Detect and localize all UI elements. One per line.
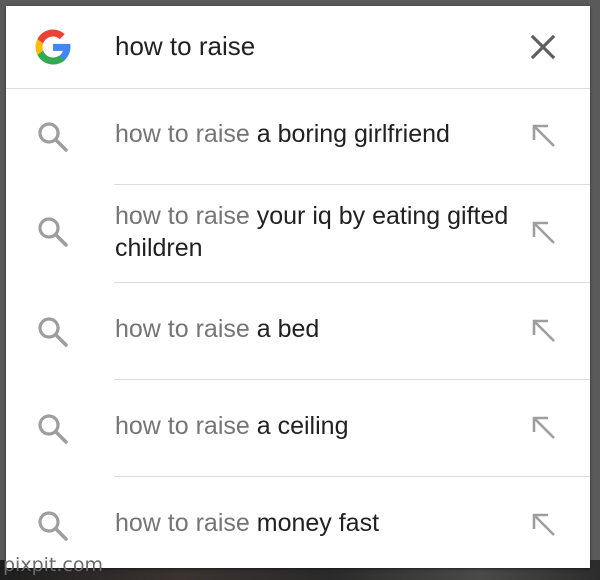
suggestion-completion: money fast (249, 509, 380, 537)
search-icon (38, 122, 68, 152)
search-suggestions-card: how to raise how to raise a boring girlf… (6, 6, 590, 568)
suggestion-text: how to raise money fast (115, 507, 510, 539)
search-icon (38, 511, 68, 541)
arrow-up-left-icon[interactable] (528, 217, 558, 247)
google-logo-icon (35, 29, 71, 65)
search-icon (38, 217, 68, 247)
suggestion-prefix: how to raise (115, 315, 250, 343)
suggestion-completion: a bed (249, 315, 320, 343)
suggestion-text: how to raise a ceiling (115, 410, 510, 442)
arrow-up-left-icon[interactable] (528, 412, 558, 442)
suggestion-text: how to raise a bed (115, 313, 510, 345)
search-input[interactable]: how to raise (115, 28, 255, 64)
arrow-up-left-icon[interactable] (528, 509, 558, 539)
suggestion-prefix: how to raise (115, 509, 250, 537)
suggestion-prefix: how to raise (115, 120, 250, 148)
search-icon (38, 317, 68, 347)
suggestion-item[interactable]: how to raise a bed (6, 283, 590, 380)
close-icon[interactable] (526, 30, 560, 64)
arrow-up-left-icon[interactable] (528, 315, 558, 345)
suggestion-item[interactable]: how to raise a boring girlfriend (6, 88, 590, 185)
suggestion-completion: a ceiling (249, 412, 349, 440)
suggestion-prefix: how to raise (115, 202, 250, 230)
suggestion-text: how to raise a boring girlfriend (115, 118, 510, 150)
search-icon (38, 414, 68, 444)
watermark-text: pixpit.com (3, 554, 103, 576)
suggestion-item[interactable]: how to raise a ceiling (6, 380, 590, 477)
suggestion-text: how to raise your iq by eating gifted ch… (115, 200, 510, 264)
suggestion-item[interactable]: how to raise your iq by eating gifted ch… (6, 185, 590, 283)
suggestion-completion: a boring girlfriend (249, 120, 450, 148)
suggestion-prefix: how to raise (115, 412, 250, 440)
suggestion-list: how to raise a boring girlfriend how to … (6, 88, 590, 568)
arrow-up-left-icon[interactable] (528, 120, 558, 150)
search-bar: how to raise (6, 6, 590, 89)
